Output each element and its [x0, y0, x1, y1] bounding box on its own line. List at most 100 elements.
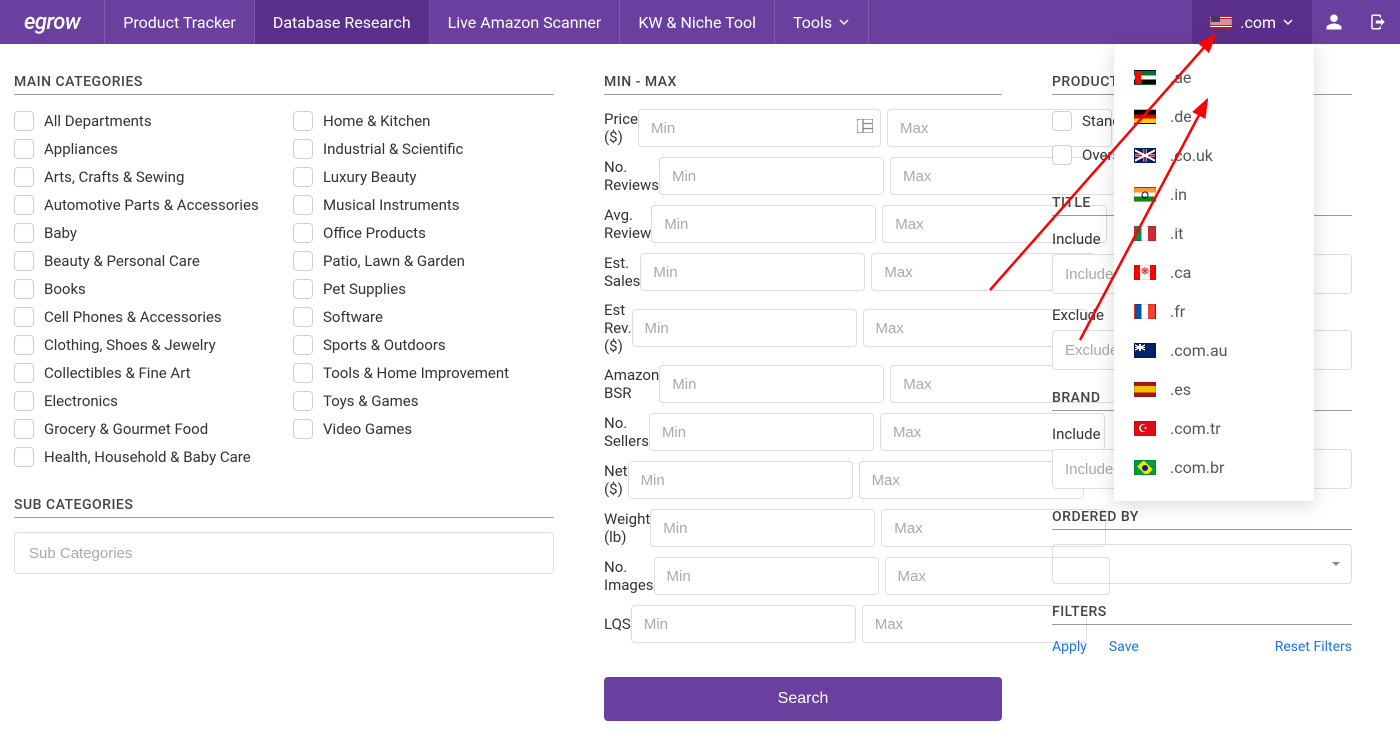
min-input[interactable] — [628, 461, 853, 499]
category-baby[interactable]: Baby — [14, 221, 275, 245]
nav-item-label: KW & Niche Tool — [638, 13, 756, 32]
category-industrial-scientific[interactable]: Industrial & Scientific — [293, 137, 554, 161]
category-appliances[interactable]: Appliances — [14, 137, 275, 161]
region-option-es[interactable]: .es — [1114, 370, 1314, 409]
category-patio-lawn-garden[interactable]: Patio, Lawn & Garden — [293, 249, 554, 273]
category-toys-games[interactable]: Toys & Games — [293, 389, 554, 413]
nav-item-kw-niche-tool[interactable]: KW & Niche Tool — [620, 0, 775, 44]
category-musical-instruments[interactable]: Musical Instruments — [293, 193, 554, 217]
checkbox[interactable] — [1052, 145, 1072, 165]
checkbox[interactable] — [293, 195, 313, 215]
filters-save-link[interactable]: Save — [1109, 639, 1139, 655]
category-all-departments[interactable]: All Departments — [14, 109, 275, 133]
category-beauty-personal-care[interactable]: Beauty & Personal Care — [14, 249, 275, 273]
region-option-it[interactable]: .it — [1114, 214, 1314, 253]
min-input[interactable] — [651, 205, 876, 243]
checkbox[interactable] — [293, 111, 313, 131]
minmax-title: MIN - MAX — [604, 74, 1002, 95]
checkbox[interactable] — [293, 363, 313, 383]
checkbox[interactable] — [14, 195, 34, 215]
nav-item-tools[interactable]: Tools — [775, 0, 869, 44]
max-input[interactable] — [859, 461, 1084, 499]
checkbox[interactable] — [14, 279, 34, 299]
search-button[interactable]: Search — [604, 677, 1002, 721]
de-flag-icon — [1134, 109, 1156, 124]
category-label: Grocery & Gourmet Food — [44, 417, 208, 441]
checkbox[interactable] — [14, 335, 34, 355]
min-input[interactable] — [640, 253, 865, 291]
region-selector[interactable]: .com — [1192, 0, 1312, 44]
nav-item-database-research[interactable]: Database Research — [255, 0, 430, 44]
checkbox[interactable] — [14, 111, 34, 131]
category-office-products[interactable]: Office Products — [293, 221, 554, 245]
checkbox[interactable] — [293, 167, 313, 187]
checkbox[interactable] — [293, 223, 313, 243]
uk-flag-icon — [1134, 148, 1156, 163]
region-option-ca[interactable]: .ca — [1114, 253, 1314, 292]
category-clothing-shoes-jewelry[interactable]: Clothing, Shoes & Jewelry — [14, 333, 275, 357]
region-option-uk[interactable]: .co.uk — [1114, 136, 1314, 175]
category-label: Appliances — [44, 137, 118, 161]
region-option-de[interactable]: .de — [1114, 97, 1314, 136]
checkbox[interactable] — [14, 447, 34, 467]
category-home-kitchen[interactable]: Home & Kitchen — [293, 109, 554, 133]
min-input[interactable] — [649, 413, 874, 451]
category-grocery-gourmet-food[interactable]: Grocery & Gourmet Food — [14, 417, 275, 441]
checkbox[interactable] — [293, 391, 313, 411]
min-input[interactable] — [632, 309, 857, 347]
checkbox[interactable] — [14, 307, 34, 327]
logout-button[interactable] — [1356, 0, 1400, 44]
region-option-fr[interactable]: .fr — [1114, 292, 1314, 331]
region-option-br[interactable]: .com.br — [1114, 448, 1314, 487]
user-account-button[interactable] — [1312, 0, 1356, 44]
checkbox[interactable] — [14, 391, 34, 411]
category-books[interactable]: Books — [14, 277, 275, 301]
category-collectibles-fine-art[interactable]: Collectibles & Fine Art — [14, 361, 275, 385]
category-label: Electronics — [44, 389, 118, 413]
filters-reset-link[interactable]: Reset Filters — [1275, 639, 1352, 655]
category-arts-crafts-sewing[interactable]: Arts, Crafts & Sewing — [14, 165, 275, 189]
category-automotive-parts-accessories[interactable]: Automotive Parts & Accessories — [14, 193, 275, 217]
category-luxury-beauty[interactable]: Luxury Beauty — [293, 165, 554, 189]
checkbox[interactable] — [293, 335, 313, 355]
region-option-ae[interactable]: .ae — [1114, 58, 1314, 97]
checkbox[interactable] — [293, 251, 313, 271]
checkbox[interactable] — [14, 223, 34, 243]
min-input[interactable] — [659, 365, 884, 403]
checkbox[interactable] — [1052, 111, 1072, 131]
region-option-au[interactable]: .com.au — [1114, 331, 1314, 370]
region-option-label: .ae — [1170, 68, 1191, 87]
region-option-in[interactable]: .in — [1114, 175, 1314, 214]
nav-item-product-tracker[interactable]: Product Tracker — [104, 0, 255, 44]
min-input[interactable] — [638, 109, 881, 147]
checkbox[interactable] — [14, 363, 34, 383]
region-option-label: .es — [1170, 380, 1191, 399]
category-sports-outdoors[interactable]: Sports & Outdoors — [293, 333, 554, 357]
min-input[interactable] — [654, 557, 879, 595]
checkbox[interactable] — [14, 419, 34, 439]
category-tools-home-improvement[interactable]: Tools & Home Improvement — [293, 361, 554, 385]
checkbox[interactable] — [293, 307, 313, 327]
min-input[interactable] — [650, 509, 875, 547]
checkbox[interactable] — [14, 139, 34, 159]
nav-item-live-amazon-scanner[interactable]: Live Amazon Scanner — [430, 0, 621, 44]
fr-flag-icon — [1134, 304, 1156, 319]
checkbox[interactable] — [14, 251, 34, 271]
checkbox[interactable] — [14, 167, 34, 187]
category-health-household-baby-care[interactable]: Health, Household & Baby Care — [14, 445, 275, 469]
ordered-by-select[interactable] — [1052, 544, 1352, 584]
checkbox[interactable] — [293, 139, 313, 159]
category-pet-supplies[interactable]: Pet Supplies — [293, 277, 554, 301]
nav-item-label: Product Tracker — [123, 13, 236, 32]
checkbox[interactable] — [293, 279, 313, 299]
region-option-tr[interactable]: .com.tr — [1114, 409, 1314, 448]
filters-apply-link[interactable]: Apply — [1052, 639, 1087, 655]
category-video-games[interactable]: Video Games — [293, 417, 554, 441]
min-input[interactable] — [659, 157, 884, 195]
category-electronics[interactable]: Electronics — [14, 389, 275, 413]
category-cell-phones-accessories[interactable]: Cell Phones & Accessories — [14, 305, 275, 329]
sub-categories-input[interactable] — [14, 532, 554, 574]
checkbox[interactable] — [293, 419, 313, 439]
min-input[interactable] — [631, 605, 856, 643]
category-software[interactable]: Software — [293, 305, 554, 329]
